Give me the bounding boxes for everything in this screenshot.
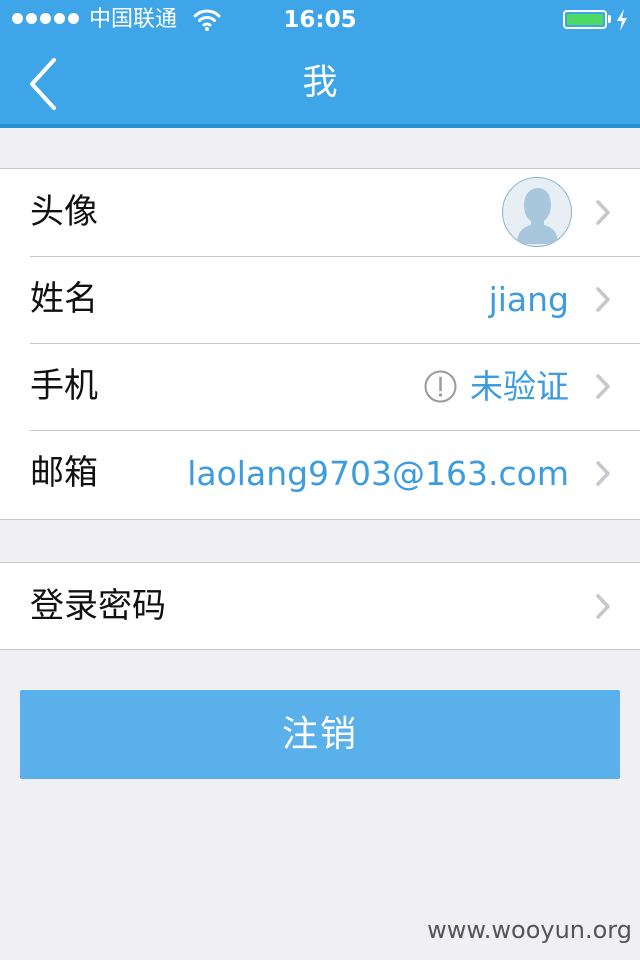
email-row[interactable]: 邮箱 laolang9703@163.com (0, 430, 640, 517)
chevron-right-icon (596, 461, 610, 486)
status-time: 16:05 (283, 7, 357, 33)
chevron-right-icon (596, 287, 610, 312)
watermark: www.wooyun.org (427, 916, 632, 944)
login-password-row[interactable]: 登录密码 (0, 563, 640, 650)
navigation-bar-divider (0, 124, 640, 128)
name-value: jiang (488, 280, 569, 319)
battery-icon (563, 10, 607, 29)
avatar (502, 177, 572, 247)
avatar-label: 头像 (30, 192, 98, 232)
email-label: 邮箱 (30, 453, 98, 493)
charging-bolt-icon (617, 9, 627, 31)
chevron-right-icon (596, 594, 610, 619)
avatar-row[interactable]: 头像 (0, 169, 640, 256)
chevron-right-icon (596, 374, 610, 399)
phone-status: 未验证 (470, 367, 569, 406)
email-value: laolang9703@163.com (187, 454, 569, 493)
name-row[interactable]: 姓名 jiang (0, 256, 640, 343)
avatar-placeholder-icon (517, 188, 558, 244)
profile-group: 头像 姓名 jiang 手机 未验证 邮箱 laolang9703@163.co (0, 168, 640, 520)
logout-button[interactable]: 注销 (20, 690, 620, 779)
phone-label: 手机 (30, 366, 98, 406)
status-bar: 中国联通 16:05 (0, 0, 640, 40)
battery-cap (608, 15, 611, 23)
security-group: 登录密码 (0, 562, 640, 650)
page-title: 我 (302, 63, 338, 103)
exclamation-circle-icon (424, 370, 457, 403)
battery-level-fill (567, 14, 603, 25)
chevron-right-icon (596, 200, 610, 225)
login-password-label: 登录密码 (30, 586, 166, 626)
name-label: 姓名 (30, 279, 98, 319)
phone-row[interactable]: 手机 未验证 (0, 343, 640, 430)
